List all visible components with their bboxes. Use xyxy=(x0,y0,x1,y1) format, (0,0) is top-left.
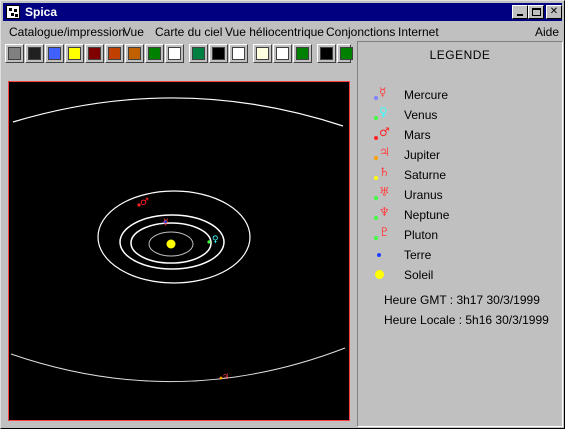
clipboard-icon xyxy=(256,47,269,60)
sky-chart-icon xyxy=(28,47,41,60)
first-icon xyxy=(320,47,333,60)
toolbar xyxy=(3,42,353,66)
menu-aide[interactable]: Aide xyxy=(535,25,559,39)
page-button[interactable] xyxy=(273,44,292,63)
uranus-icon: ♅ xyxy=(374,185,390,203)
legend-label: Soleil xyxy=(404,268,434,282)
legend-item-mercure: ☿ Mercure xyxy=(374,85,554,103)
legend-item-terre: Terre xyxy=(374,247,554,263)
legend-label: Uranus xyxy=(404,188,443,202)
star-map-icon xyxy=(212,47,225,60)
jupiter-dot xyxy=(219,376,223,380)
mail-icon xyxy=(232,47,245,60)
legend-panel: LEGENDE ☿ Mercure ♀ Venus ♂ Mars ♃ Jupit… xyxy=(357,41,563,427)
legend-item-venus: ♀ Venus xyxy=(374,105,554,123)
legend-label: Pluton xyxy=(404,228,439,242)
previous-icon xyxy=(340,47,353,60)
sun-marker xyxy=(166,239,176,249)
saturn-button[interactable] xyxy=(125,44,144,63)
title-bar[interactable]: Spica ✕ xyxy=(3,3,562,21)
legend-label: Saturne xyxy=(404,168,447,182)
bars-button[interactable] xyxy=(85,44,104,63)
legend-label: Terre xyxy=(404,248,432,262)
heliocentric-view[interactable]: ☿ ♀ ♂ ♃ xyxy=(8,81,350,421)
mars-icon: ♂ xyxy=(374,125,390,143)
sun-rays-icon xyxy=(68,47,81,60)
legend-label: Mars xyxy=(404,128,431,142)
legend-label: Mercure xyxy=(404,88,449,102)
window-title: Spica xyxy=(25,5,58,19)
menu-vue[interactable]: Vue xyxy=(123,25,144,39)
bars-icon xyxy=(88,47,101,60)
menu-catalogue[interactable]: Catalogue/impression xyxy=(9,25,125,39)
legend-label: Jupiter xyxy=(404,148,441,162)
mercury-icon: ☿ xyxy=(374,85,390,103)
menu-vue-heliocentrique[interactable]: Vue héliocentrique xyxy=(225,25,324,39)
sky-chart-button[interactable] xyxy=(25,44,44,63)
gradient-icon xyxy=(48,47,61,60)
menu-conjonctions[interactable]: Conjonctions xyxy=(326,25,395,39)
legend-item-soleil: Soleil xyxy=(374,267,554,283)
jupiter-icon: ♃ xyxy=(374,145,390,163)
sun-icon xyxy=(374,267,390,283)
neptune-icon: ♆ xyxy=(374,205,390,223)
venus-dot xyxy=(207,240,211,244)
saturn-icon: ♄ xyxy=(374,165,390,183)
saturn-icon xyxy=(128,47,141,60)
page-icon xyxy=(276,47,289,60)
jupiter-marker: ♃ xyxy=(222,372,229,381)
print-button[interactable] xyxy=(5,44,24,63)
graph-icon xyxy=(148,47,161,60)
star-map-button[interactable] xyxy=(209,44,228,63)
legend-item-mars: ♂ Mars xyxy=(374,125,554,143)
mars-dot xyxy=(137,203,141,207)
venus-marker: ♀ xyxy=(212,235,219,245)
previous-button[interactable] xyxy=(337,44,353,63)
tree-button[interactable] xyxy=(293,44,312,63)
table-icon xyxy=(168,47,181,60)
close-icon: ✕ xyxy=(549,6,559,17)
legend-item-jupiter: ♃ Jupiter xyxy=(374,145,554,163)
maximize-icon xyxy=(532,8,541,16)
outer-orbit-top xyxy=(12,97,344,127)
clipboard-button[interactable] xyxy=(253,44,272,63)
mercury-marker: ☿ xyxy=(163,218,169,228)
earth-icon xyxy=(374,247,390,263)
app-icon[interactable] xyxy=(6,5,20,19)
print-icon xyxy=(8,47,21,60)
legend-item-neptune: ♆ Neptune xyxy=(374,205,554,223)
maximize-button[interactable] xyxy=(528,5,544,19)
graph-button[interactable] xyxy=(145,44,164,63)
first-button[interactable] xyxy=(317,44,336,63)
outer-orbit-bottom xyxy=(10,347,346,383)
minimize-icon xyxy=(517,14,523,16)
time-gmt: Heure GMT : 3h17 30/3/1999 xyxy=(384,293,540,307)
legend-label: Neptune xyxy=(404,208,450,222)
venus-icon: ♀ xyxy=(374,105,390,123)
menu-bar: Catalogue/impression Vue Carte du ciel V… xyxy=(3,22,562,41)
target-icon xyxy=(108,47,121,60)
globe-icon xyxy=(192,47,205,60)
mars-marker: ♂ xyxy=(140,197,149,208)
legend-label: Venus xyxy=(404,108,438,122)
menu-internet[interactable]: Internet xyxy=(398,25,439,39)
globe-button[interactable] xyxy=(189,44,208,63)
mail-button[interactable] xyxy=(229,44,248,63)
legend-item-pluton: ♇ Pluton xyxy=(374,225,554,243)
legend-item-saturne: ♄ Saturne xyxy=(374,165,554,183)
minimize-button[interactable] xyxy=(512,5,528,19)
tree-icon xyxy=(296,47,309,60)
menu-carte-du-ciel[interactable]: Carte du ciel xyxy=(155,25,222,39)
sun-rays-button[interactable] xyxy=(65,44,84,63)
target-button[interactable] xyxy=(105,44,124,63)
close-button[interactable]: ✕ xyxy=(546,5,562,19)
orbit-diagram: ☿ ♀ ♂ ♃ xyxy=(10,97,346,383)
time-local: Heure Locale : 5h16 30/3/1999 xyxy=(384,313,549,327)
legend-title: LEGENDE xyxy=(429,48,491,62)
gradient-button[interactable] xyxy=(45,44,64,63)
table-button[interactable] xyxy=(165,44,184,63)
spica-window: Spica ✕ Catalogue/impression Vue Carte d… xyxy=(0,0,565,429)
pluto-icon: ♇ xyxy=(374,225,390,243)
legend-item-uranus: ♅ Uranus xyxy=(374,185,554,203)
